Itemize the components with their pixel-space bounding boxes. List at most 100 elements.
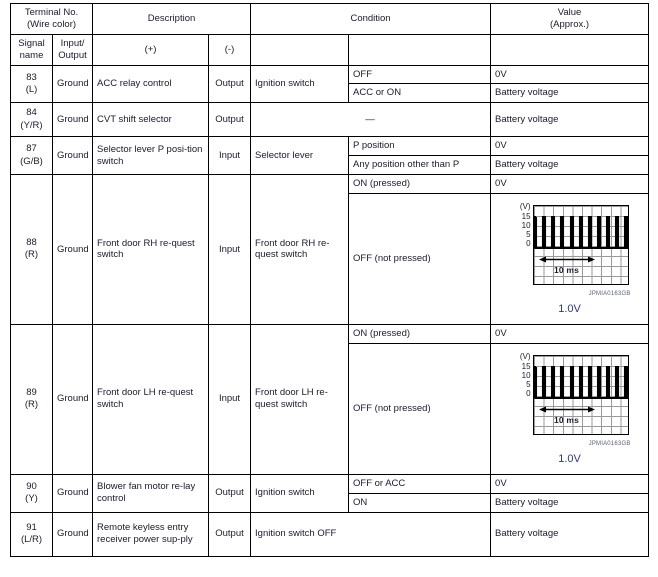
cell-condition-group: Ignition switch <box>250 473 350 513</box>
header-value: Value (Approx.) <box>490 3 650 35</box>
cell-signal-name: Front door RH re-quest switch <box>92 174 210 325</box>
header-input-output: Input/ Output <box>51 33 94 66</box>
scope-plot-area: (V) 15 10 5 0 10 ms JPMIA0163GB 1.0V <box>505 201 635 315</box>
header-io-line2: Output <box>58 49 87 61</box>
scope-timebase: 10 ms <box>538 255 595 276</box>
cell-terminal-number: 88 (R) <box>10 174 53 325</box>
scope-unit-label: (V) <box>519 201 531 211</box>
double-arrow-icon <box>538 256 595 263</box>
table-row: 83 (L) Ground ACC relay control Output I… <box>10 64 650 104</box>
cell-input-output: Input <box>208 323 252 475</box>
cell-terminal-number: 91 (L/R) <box>10 511 53 557</box>
cell-condition-group: Front door RH re-quest switch <box>250 174 350 325</box>
table-header-row-3: (+) (-) <box>11 33 650 66</box>
scope-value-label: 1.0V <box>558 302 581 315</box>
cell-input-output: Output <box>208 102 252 138</box>
cell-condition: ON (pressed) <box>348 323 492 344</box>
table-row: 91 (L/R) Ground Remote keyless entry rec… <box>10 511 650 557</box>
cell-value: 0V <box>490 64 650 85</box>
cell-ground: Ground <box>51 136 94 175</box>
oscilloscope-figure: (V) 15 10 5 0 10 ms JPMIA0163GB 1.0V <box>495 201 644 321</box>
header-value-line2: (Approx.) <box>549 18 590 30</box>
cell-ground: Ground <box>51 473 94 513</box>
cell-condition-group: Selector lever <box>250 136 350 175</box>
header-value-line1: Value <box>557 7 582 18</box>
scope-y-axis-labels: (V) 15 10 5 0 <box>505 201 531 249</box>
header-value-sub <box>490 33 650 66</box>
cell-ground: Ground <box>51 323 94 475</box>
terminal-wire-color: (R) <box>24 249 39 261</box>
terminal-number: 84 <box>26 107 37 119</box>
terminal-number: 89 <box>26 386 37 398</box>
scope-reference-code: JPMIA0163GB <box>588 440 631 447</box>
cell-condition: P position <box>348 136 492 157</box>
cell-terminal-number: 84 (Y/R) <box>10 102 53 138</box>
cell-value: Battery voltage <box>490 511 650 557</box>
oscilloscope-figure: (V) 15 10 5 0 10 ms JPMIA0163GB 1.0V <box>495 351 644 471</box>
cell-value: 0V <box>490 136 650 157</box>
spec-table-page: Terminal No. (Wire color) Description Co… <box>0 0 658 577</box>
terminal-number: 90 <box>26 480 37 492</box>
cell-terminal-number: 87 (G/B) <box>10 136 53 175</box>
scope-timebase-label: 10 ms <box>553 414 580 425</box>
cell-terminal-number: 89 (R) <box>10 323 53 475</box>
table-row: 89 (R) Ground Front door LH re-quest swi… <box>10 323 650 475</box>
cell-condition: Any position other than P <box>348 155 492 175</box>
header-description: Description <box>92 3 252 35</box>
cell-input-output: Input <box>208 174 252 325</box>
header-terminal-no: Terminal No. (Wire color) <box>9 3 94 35</box>
header-condition-sub <box>250 33 350 66</box>
scope-plot-area: (V) 15 10 5 0 10 ms JPMIA0163GB 1.0V <box>505 351 635 465</box>
cell-ground: Ground <box>51 174 94 325</box>
cell-ground: Ground <box>51 102 94 138</box>
cell-value-waveform: (V) 15 10 5 0 10 ms JPMIA0163GB 1.0V <box>490 342 650 475</box>
cell-condition-group: Ignition switch OFF <box>250 511 492 557</box>
cell-condition: OFF (not pressed) <box>348 342 492 475</box>
cell-signal-name: Blower fan motor re-lay control <box>92 473 210 513</box>
scope-timebase-arrow <box>538 405 595 414</box>
header-terminal-no-line2: (Wire color) <box>26 18 77 30</box>
cell-condition: OFF <box>348 64 492 85</box>
cell-value-waveform: (V) 15 10 5 0 10 ms JPMIA0163GB 1.0V <box>490 192 650 325</box>
terminal-wire-color: (R) <box>24 399 39 411</box>
cell-input-output: Output <box>208 64 252 104</box>
cell-signal-name: Front door LH re-quest switch <box>92 323 210 475</box>
cell-ground: Ground <box>51 511 94 557</box>
header-condition-detail <box>348 33 492 66</box>
cell-input-output: Output <box>208 473 252 513</box>
scope-unit-label: (V) <box>519 351 531 361</box>
scope-y-axis-labels: (V) 15 10 5 0 <box>505 351 531 399</box>
scope-value-label: 1.0V <box>558 452 581 465</box>
cell-value: Battery voltage <box>490 155 650 175</box>
cell-value: 0V <box>490 473 650 494</box>
terminal-wire-color: (L) <box>25 83 38 95</box>
terminal-spec-table: Terminal No. (Wire color) Description Co… <box>9 3 650 557</box>
cell-terminal-number: 90 (Y) <box>10 473 53 513</box>
cell-input-output: Input <box>208 136 252 175</box>
header-io-line1: Input/ <box>60 37 85 49</box>
header-terminal-no-line1: Terminal No. <box>24 7 79 18</box>
terminal-number: 88 <box>26 237 37 249</box>
cell-condition-group: Ignition switch <box>250 64 350 104</box>
cell-condition: OFF (not pressed) <box>348 192 492 325</box>
cell-condition: — <box>250 102 492 138</box>
header-condition: Condition <box>250 3 492 35</box>
cell-condition: ON (pressed) <box>348 174 492 194</box>
cell-value: Battery voltage <box>490 492 650 513</box>
terminal-wire-color: (L/R) <box>20 534 43 545</box>
cell-signal-name: Selector lever P posi-tion switch <box>92 136 210 175</box>
table-header-row-1: Terminal No. (Wire color) Description Co… <box>9 3 650 35</box>
terminal-wire-color: (Y) <box>25 493 38 505</box>
table-row: 84 (Y/R) Ground CVT shift selector Outpu… <box>10 102 650 138</box>
cell-condition: ACC or ON <box>348 83 492 104</box>
scope-tick-0: 0 <box>526 238 531 248</box>
header-signal-name: Signal name <box>10 33 53 66</box>
header-minus-terminal: (-) <box>208 33 252 66</box>
scope-timebase: 10 ms <box>538 405 595 426</box>
terminal-wire-color: (Y/R) <box>20 119 43 131</box>
header-plus-terminal: (+) <box>92 33 210 66</box>
double-arrow-icon <box>538 406 595 413</box>
scope-timebase-arrow <box>538 255 595 264</box>
scope-timebase-label: 10 ms <box>553 264 580 275</box>
scope-reference-code: JPMIA0163GB <box>588 290 631 297</box>
